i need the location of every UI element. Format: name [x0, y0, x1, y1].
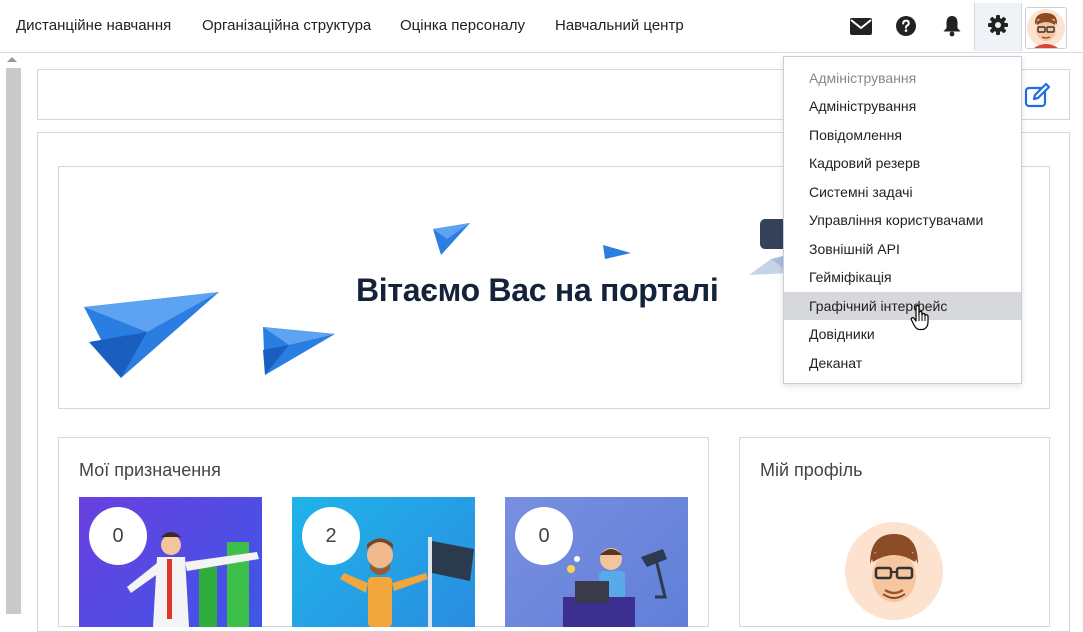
hand-cursor-icon — [910, 304, 930, 331]
profile-title: Мій профіль — [760, 460, 863, 480]
assignments-title: Мої призначення — [79, 460, 221, 480]
menu-item-system-tasks[interactable]: Системні задачі — [784, 178, 1021, 206]
menu-item-deanery[interactable]: Деканат — [784, 349, 1021, 377]
menu-item-gamification[interactable]: Гейміфікація — [784, 263, 1021, 291]
scroll-up-arrow[interactable] — [7, 57, 17, 62]
avatar[interactable] — [1025, 7, 1067, 49]
assignment-count: 2 — [302, 507, 360, 565]
banner-title: Вітаємо Вас на порталі — [356, 272, 719, 308]
admin-menu-header: Адміністрування — [809, 70, 917, 86]
scrollbar-thumb[interactable] — [6, 68, 21, 614]
menu-item-notifications[interactable]: Повідомлення — [784, 121, 1021, 149]
nav-distance-learning[interactable]: Дистанційне навчання — [16, 17, 171, 34]
menu-item-directories[interactable]: Довідники — [784, 320, 1021, 348]
assignment-tile[interactable]: 2 — [292, 497, 475, 627]
profile-avatar[interactable] — [845, 522, 943, 620]
assignment-tile[interactable]: 0 — [505, 497, 688, 627]
assignment-count: 0 — [89, 507, 147, 565]
gear-icon — [988, 14, 1008, 40]
top-navbar: Дистанційне навчання Організаційна струк… — [0, 0, 1083, 53]
edit-icon — [1024, 82, 1052, 113]
bell-icon[interactable] — [940, 14, 964, 38]
menu-item-user-management[interactable]: Управління користувачами — [784, 206, 1021, 234]
menu-item-graphical-interface[interactable]: Графічний інтерфейс — [784, 292, 1021, 320]
envelope-icon[interactable] — [849, 14, 873, 38]
admin-dropdown-menu: Адміністрування Адміністрування Повідомл… — [783, 56, 1022, 384]
menu-item-personnel-reserve[interactable]: Кадровий резерв — [784, 149, 1021, 177]
nav-personnel-evaluation[interactable]: Оцінка персоналу — [400, 17, 525, 34]
menu-item-administration[interactable]: Адміністрування — [784, 92, 1021, 120]
assignment-count: 0 — [515, 507, 573, 565]
edit-page-button[interactable] — [1024, 82, 1052, 109]
nav-org-structure[interactable]: Організаційна структура — [202, 17, 371, 34]
settings-button[interactable] — [974, 3, 1022, 51]
assignment-tile[interactable]: 0 — [79, 497, 262, 627]
question-circle-icon[interactable] — [894, 14, 918, 38]
nav-training-center[interactable]: Навчальний центр — [555, 17, 684, 34]
menu-item-external-api[interactable]: Зовнішній API — [784, 235, 1021, 263]
